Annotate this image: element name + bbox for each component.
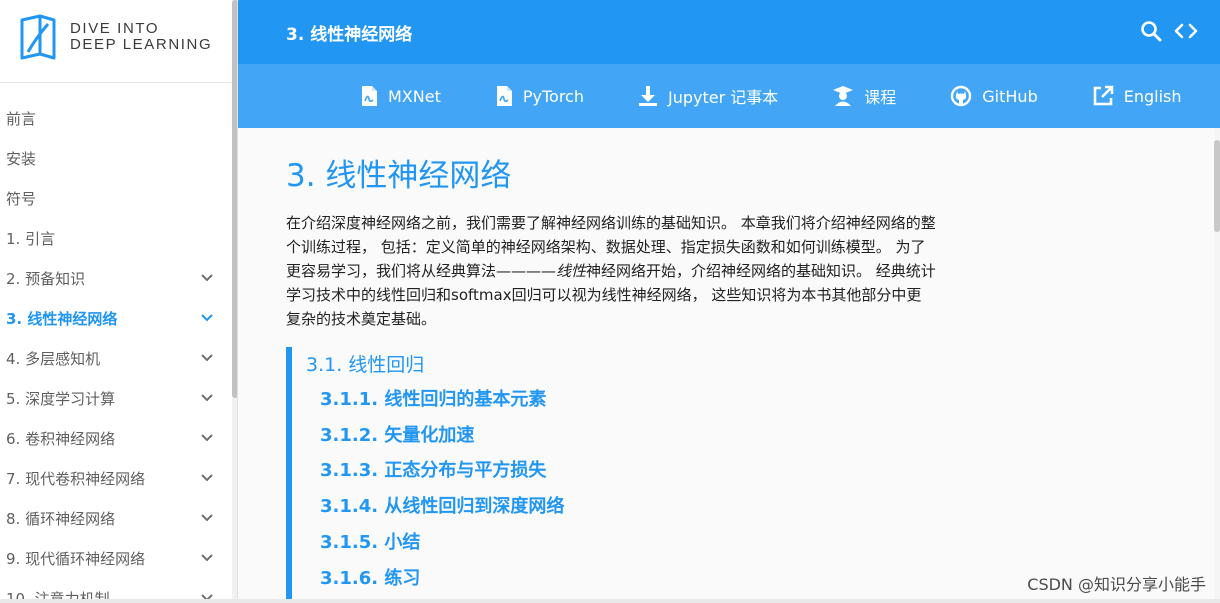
external-link-icon	[1093, 85, 1114, 106]
sidebar-item[interactable]: 1. 引言	[0, 218, 232, 258]
pytorch-pdf-link[interactable]: PyTorch	[495, 85, 584, 107]
course-link[interactable]: 课程	[832, 84, 896, 108]
sidebar-item[interactable]: 安装	[0, 138, 232, 178]
chevron-down-icon[interactable]	[200, 511, 214, 525]
sidebar-item[interactable]: 7. 现代卷积神经网络	[0, 458, 232, 498]
sidebar-nav: 前言安装符号 1. 引言 2. 预备知识 3. 线性神经网络 4. 多层感知机 5. 深度…	[0, 98, 232, 603]
top-bar: 3. 线性神经网络	[238, 0, 1220, 64]
course-label: 课程	[864, 88, 897, 107]
github-link[interactable]: GitHub	[950, 85, 1038, 107]
sidebar-item[interactable]: 2. 预备知识	[0, 258, 232, 298]
github-label: GitHub	[982, 86, 1038, 106]
header-icons	[1140, 20, 1198, 42]
header-title: 3. 线性神经网络	[286, 25, 413, 45]
chevron-down-icon[interactable]	[200, 351, 214, 365]
toc-section-link[interactable]: 3.1. 线性回归	[306, 350, 424, 377]
logo-line-1: DIVE INTO	[70, 20, 160, 37]
toc-subsection-link[interactable]: 3.1.4. 从线性回归到深度网络	[320, 492, 564, 518]
page-title: 3. 线性神经网络	[286, 158, 512, 194]
chevron-down-icon[interactable]	[200, 471, 214, 485]
logo-text: DIVE INTO DEEP LEARNING	[70, 21, 212, 53]
sidebar-item-label: 4. 多层感知机	[6, 349, 101, 368]
intro-emphasis: 线性	[556, 262, 587, 280]
sidebar-item-label: 7. 现代卷积神经网络	[6, 469, 146, 488]
table-of-contents: 3.1. 线性回归 3.1.1. 线性回归的基本元素 3.1.2. 矢量化加速 …	[286, 347, 886, 603]
intro-paragraph: 在介绍深度神经网络之前，我们需要了解神经网络训练的基础知识。 本章我们将介绍神经…	[286, 211, 936, 331]
sub-nav-links: MXNet PyTorch Jupyter 记事本 课程 GitHub Engl…	[360, 64, 1182, 128]
logo-line-2: DEEP LEARNING	[70, 36, 213, 53]
sidebar-item[interactable]: 3. 线性神经网络	[0, 298, 232, 338]
toc-subsection-link[interactable]: 3.1.1. 线性回归的基本元素	[320, 385, 546, 411]
sidebar-item[interactable]: 5. 深度学习计算	[0, 378, 232, 418]
logo[interactable]: DIVE INTO DEEP LEARNING	[18, 14, 212, 60]
sidebar-item-label: 9. 现代循环神经网络	[6, 549, 146, 568]
chevron-down-icon[interactable]	[200, 551, 214, 565]
chevron-down-icon[interactable]	[200, 431, 214, 445]
search-icon[interactable]	[1140, 20, 1162, 42]
sidebar-item-label: 符号	[6, 189, 37, 208]
jupyter-link[interactable]: Jupyter 记事本	[638, 84, 778, 108]
watermark: CSDN @知识分享小能手	[1027, 575, 1206, 594]
english-link[interactable]: English	[1092, 85, 1182, 107]
toc-subsection-link[interactable]: 3.1.3. 正态分布与平方损失	[320, 456, 546, 482]
sidebar-item[interactable]: 前言	[0, 98, 232, 138]
toc-subsection-link[interactable]: 3.1.2. 矢量化加速	[320, 421, 474, 447]
toc-subsection-link[interactable]: 3.1.5. 小结	[320, 528, 420, 554]
pytorch-label: PyTorch	[522, 86, 584, 106]
pdf-icon	[496, 86, 512, 106]
content-scrollbar[interactable]	[1214, 128, 1220, 603]
bottom-border	[0, 599, 1220, 603]
sidebar-item-label: 5. 深度学习计算	[6, 389, 116, 408]
github-icon	[951, 85, 972, 107]
sidebar: DIVE INTO DEEP LEARNING 前言安装符号 1. 引言 2. 预备…	[0, 0, 238, 603]
code-icon[interactable]	[1174, 20, 1198, 42]
sidebar-item-label: 8. 循环神经网络	[6, 509, 116, 528]
sidebar-item-label: 安装	[6, 149, 37, 168]
chevron-down-icon[interactable]	[200, 311, 214, 325]
toc-subsection-link[interactable]: 3.1.6. 练习	[320, 564, 420, 590]
sidebar-item[interactable]: 6. 卷积神经网络	[0, 418, 232, 458]
teacher-icon	[833, 86, 854, 106]
logo-divider	[0, 82, 232, 83]
download-icon	[638, 86, 657, 106]
sub-nav-bar: MXNet PyTorch Jupyter 记事本 课程 GitHub Engl…	[238, 64, 1220, 128]
pdf-icon	[362, 86, 377, 106]
sidebar-item[interactable]: 9. 现代循环神经网络	[0, 538, 232, 578]
chevron-down-icon[interactable]	[200, 391, 214, 405]
book-logo-icon	[20, 14, 56, 60]
sidebar-item-label: 6. 卷积神经网络	[6, 429, 116, 448]
sidebar-item[interactable]: 8. 循环神经网络	[0, 498, 232, 538]
content-scrollbar-thumb[interactable]	[1214, 140, 1220, 232]
main-content: 3. 线性神经网络 在介绍深度神经网络之前，我们需要了解神经网络训练的基础知识。…	[238, 128, 1220, 603]
jupyter-label: Jupyter 记事本	[667, 88, 779, 107]
mxnet-pdf-link[interactable]: MXNet	[360, 85, 441, 107]
sidebar-item-label: 1. 引言	[6, 229, 56, 248]
mxnet-label: MXNet	[388, 86, 441, 106]
sidebar-item[interactable]: 4. 多层感知机	[0, 338, 232, 378]
sidebar-item[interactable]: 符号	[0, 178, 232, 218]
english-label: English	[1123, 86, 1182, 106]
sidebar-item-label: 3. 线性神经网络	[6, 309, 118, 328]
chevron-down-icon[interactable]	[200, 271, 214, 285]
sidebar-item-label: 前言	[6, 109, 37, 128]
sidebar-item-label: 2. 预备知识	[6, 269, 86, 288]
